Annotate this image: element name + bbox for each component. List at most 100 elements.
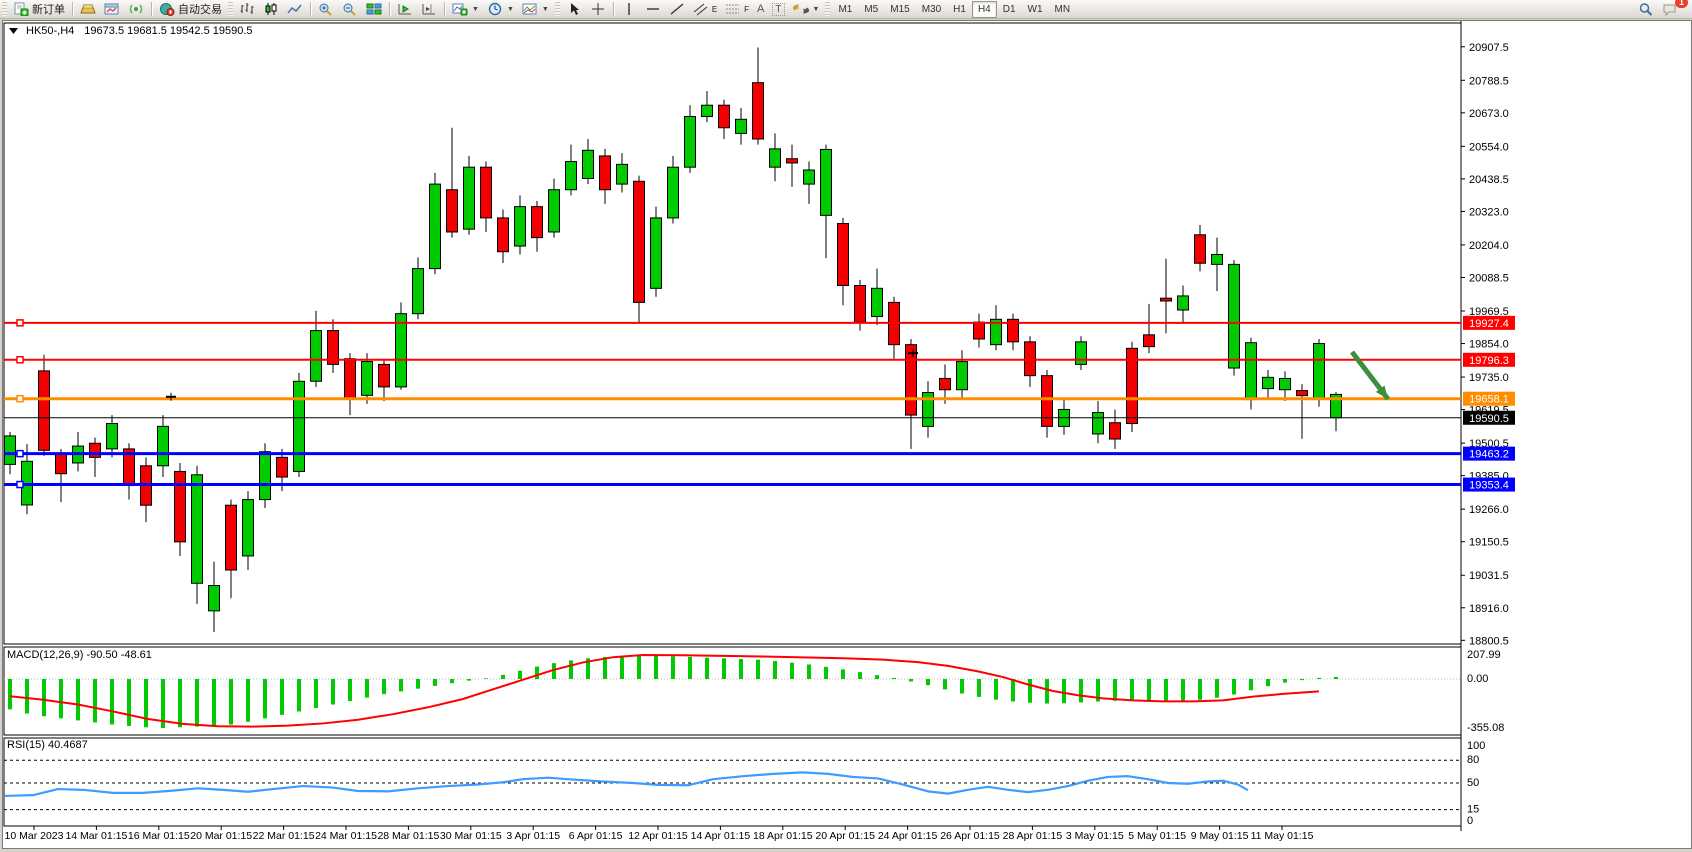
candle-body[interactable] xyxy=(175,471,186,541)
line-handle[interactable] xyxy=(17,451,23,457)
notifications-button[interactable]: 1 xyxy=(1658,1,1682,17)
candle-body[interactable] xyxy=(362,362,373,396)
add-indicator-dropdown[interactable]: ▼ xyxy=(472,6,479,13)
candle-body[interactable] xyxy=(294,381,305,471)
timeframe-m15-button[interactable]: M15 xyxy=(884,1,915,18)
zoom-in-button[interactable] xyxy=(314,1,338,17)
candle-body[interactable] xyxy=(379,364,390,387)
crosshair-tool-button[interactable] xyxy=(586,1,610,17)
candle-body[interactable] xyxy=(1076,342,1087,365)
candle-body[interactable] xyxy=(1025,342,1036,376)
hline-tool-button[interactable] xyxy=(641,1,665,17)
autotrade-button[interactable]: 自动交易 xyxy=(155,1,226,17)
candle-body[interactable] xyxy=(1178,296,1189,310)
candle-body[interactable] xyxy=(532,207,543,238)
template-dropdown[interactable]: ▼ xyxy=(542,6,549,13)
candle-body[interactable] xyxy=(396,314,407,387)
candle-body[interactable] xyxy=(311,331,322,382)
candle-body[interactable] xyxy=(345,359,356,398)
candle-body[interactable] xyxy=(651,218,662,288)
candle-body[interactable] xyxy=(481,167,492,218)
template-button[interactable]: ▼ xyxy=(518,1,553,17)
candle-body[interactable] xyxy=(736,119,747,133)
line-handle[interactable] xyxy=(17,482,23,488)
search-button[interactable] xyxy=(1634,1,1658,17)
candle-body[interactable] xyxy=(617,164,628,184)
candle-body[interactable] xyxy=(770,149,781,167)
candle-body[interactable] xyxy=(226,505,237,570)
add-indicator-button[interactable]: ▼ xyxy=(448,1,483,17)
candle-body[interactable] xyxy=(566,162,577,190)
signals-button[interactable] xyxy=(124,1,148,17)
candle-body[interactable] xyxy=(940,378,951,389)
fibonacci-tool-button[interactable]: F xyxy=(721,1,753,17)
candle-body[interactable] xyxy=(1093,413,1104,434)
candle-body[interactable] xyxy=(719,105,730,128)
candle-body[interactable] xyxy=(413,269,424,314)
candle-body[interactable] xyxy=(158,426,169,465)
candle-body[interactable] xyxy=(974,322,985,339)
channel-tool-button[interactable]: E xyxy=(689,1,721,17)
candle-body[interactable] xyxy=(56,454,67,473)
candle-body[interactable] xyxy=(90,443,101,457)
trendline-tool-button[interactable] xyxy=(665,1,689,17)
candle-body[interactable] xyxy=(464,167,475,229)
candle-body[interactable] xyxy=(787,159,798,163)
candle-body[interactable] xyxy=(1314,344,1325,399)
candle-body[interactable] xyxy=(1297,391,1308,396)
candle-body[interactable] xyxy=(39,371,50,450)
candle-body[interactable] xyxy=(107,424,118,449)
candle-body[interactable] xyxy=(906,345,917,415)
candle-body[interactable] xyxy=(192,475,203,583)
candle-body[interactable] xyxy=(260,452,271,500)
candle-body[interactable] xyxy=(821,149,832,215)
candle-body[interactable] xyxy=(1110,423,1121,439)
timeframe-mn-button[interactable]: MN xyxy=(1049,1,1077,18)
candle-body[interactable] xyxy=(430,184,441,269)
candle-body[interactable] xyxy=(243,500,254,556)
timeframe-h1-button[interactable]: H1 xyxy=(947,1,972,18)
candle-body[interactable] xyxy=(5,436,16,464)
candle-body[interactable] xyxy=(1263,377,1274,388)
text-tool-button[interactable]: A xyxy=(753,1,768,17)
candlestick-mode-button[interactable] xyxy=(259,1,283,17)
chart-window-button[interactable] xyxy=(100,1,124,17)
candle-body[interactable] xyxy=(668,167,679,218)
vline-tool-button[interactable] xyxy=(617,1,641,17)
candle-body[interactable] xyxy=(1195,235,1206,263)
candle-body[interactable] xyxy=(277,457,288,477)
candle-body[interactable] xyxy=(872,288,883,316)
auto-scroll-button[interactable] xyxy=(393,1,417,17)
period-button[interactable]: ▼ xyxy=(483,1,518,17)
period-dropdown[interactable]: ▼ xyxy=(507,6,514,13)
tile-windows-button[interactable] xyxy=(362,1,386,17)
line-handle[interactable] xyxy=(17,320,23,326)
candle-body[interactable] xyxy=(804,170,815,184)
candle-body[interactable] xyxy=(515,207,526,246)
timeframe-m5-button[interactable]: M5 xyxy=(858,1,884,18)
candle-body[interactable] xyxy=(855,286,866,323)
timeframe-m30-button[interactable]: M30 xyxy=(916,1,947,18)
shapes-tool-button[interactable]: ▼ xyxy=(789,1,824,17)
candle-body[interactable] xyxy=(549,190,560,232)
toolbar-grip[interactable] xyxy=(2,2,7,16)
zoom-out-button[interactable] xyxy=(338,1,362,17)
candle-body[interactable] xyxy=(685,116,696,167)
chart-shift-button[interactable] xyxy=(417,1,441,17)
market-watch-button[interactable] xyxy=(76,1,100,17)
line-handle[interactable] xyxy=(17,396,23,402)
candle-body[interactable] xyxy=(1212,255,1223,265)
candle-body[interactable] xyxy=(957,362,968,390)
new-order-button[interactable]: 新订单 xyxy=(9,1,69,17)
candle-body[interactable] xyxy=(583,150,594,178)
line-chart-mode-button[interactable] xyxy=(283,1,307,17)
candle-body[interactable] xyxy=(753,83,764,139)
bar-chart-mode-button[interactable] xyxy=(235,1,259,17)
label-tool-button[interactable]: T xyxy=(768,1,788,17)
candle-body[interactable] xyxy=(1144,335,1155,347)
collapse-triangle-icon[interactable] xyxy=(9,27,18,35)
candle-body[interactable] xyxy=(498,218,509,252)
candle-body[interactable] xyxy=(634,181,645,302)
candle-body[interactable] xyxy=(1229,264,1240,368)
timeframe-m1-button[interactable]: M1 xyxy=(832,1,858,18)
